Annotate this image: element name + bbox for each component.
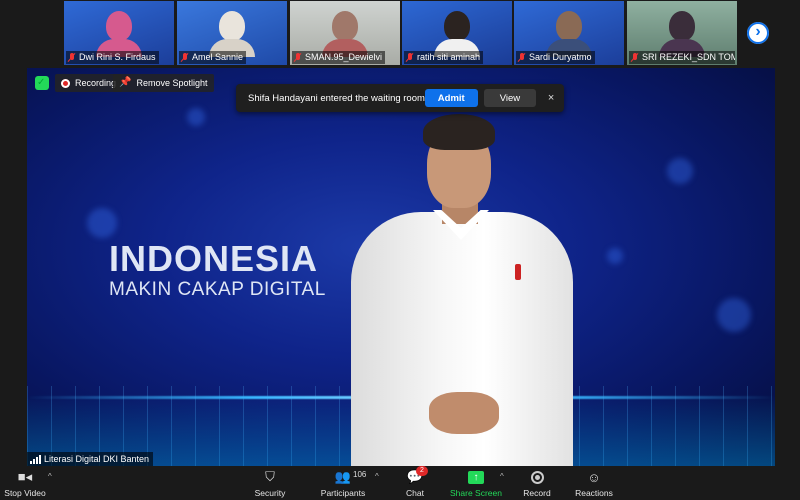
remove-spotlight-button[interactable]: 📌 Remove Spotlight xyxy=(113,74,214,92)
background-bokeh xyxy=(187,108,205,126)
participant-name-label: SMAN.95_Dewielvi xyxy=(292,51,386,64)
participants-label: Participants xyxy=(320,488,366,498)
meeting-toolbar: ■◂ Stop Video ^ ⛉ Security 👥 106 Partici… xyxy=(0,466,800,500)
record-label: Record xyxy=(523,488,551,498)
background-title: INDONESIA xyxy=(109,238,319,279)
participant-gallery: Dwi Rini S. Firdaus Amel Sannie SMAN.95_… xyxy=(0,0,800,68)
share-screen-label: Share Screen xyxy=(450,488,502,498)
view-button[interactable]: View xyxy=(483,89,537,107)
chat-label: Chat xyxy=(406,488,424,498)
video-options-caret[interactable]: ^ xyxy=(48,472,52,481)
close-icon[interactable]: × xyxy=(546,92,556,104)
participant-tile[interactable]: SMAN.95_Dewielvi xyxy=(290,1,400,65)
background-bokeh xyxy=(667,158,693,184)
participant-tile[interactable]: SRI REZEKI_SDN TOM... xyxy=(627,1,737,65)
share-screen-icon: ↑ xyxy=(468,470,484,484)
share-screen-button[interactable]: ↑ Share Screen xyxy=(448,468,504,500)
participant-tile[interactable]: Sardi Duryatmo xyxy=(514,1,624,65)
pin-icon: 📌 xyxy=(119,77,132,88)
meeting-security-indicator[interactable] xyxy=(32,74,52,92)
background-bokeh xyxy=(717,298,751,332)
chat-bubble-icon: 💬 2 xyxy=(407,466,428,486)
chevron-right-icon: › xyxy=(755,23,761,40)
shield-check-icon xyxy=(35,74,49,92)
smiley-icon: ☺ xyxy=(587,469,601,485)
mic-muted-icon xyxy=(518,53,526,62)
background-bokeh xyxy=(87,208,117,238)
recording-indicator[interactable]: Recording xyxy=(55,74,123,92)
record-icon xyxy=(530,470,544,484)
participants-count: 106 xyxy=(353,470,367,479)
spotlight-video: INDONESIA MAKIN CAKAP DIGITAL xyxy=(27,68,775,466)
participant-name-label: SRI REZEKI_SDN TOM... xyxy=(629,51,735,64)
background-subtitle: MAKIN CAKAP DIGITAL xyxy=(109,279,326,300)
record-icon-wrap xyxy=(530,468,544,486)
stop-video-label: Stop Video xyxy=(4,488,46,498)
gallery-next-button[interactable]: › xyxy=(747,22,769,44)
reactions-button[interactable]: ☺ Reactions xyxy=(572,468,616,500)
waiting-room-message: Shifa Handayani entered the waiting room xyxy=(248,92,425,104)
admit-button[interactable]: Admit xyxy=(424,89,478,107)
mic-muted-icon xyxy=(181,53,189,62)
participant-name-label: Dwi Rini S. Firdaus xyxy=(66,51,159,64)
participant-tile[interactable]: Amel Sannie xyxy=(177,1,287,65)
security-button[interactable]: ⛉ Security xyxy=(248,468,292,500)
mic-muted-icon xyxy=(294,53,302,62)
signal-bars-icon xyxy=(30,454,41,464)
share-screen-icon-wrap: ↑ xyxy=(468,468,484,486)
mic-muted-icon xyxy=(406,53,414,62)
video-camera-icon: ■◂ xyxy=(17,469,33,484)
recording-label: Recording xyxy=(75,78,117,88)
mic-muted-icon xyxy=(68,53,76,62)
shield-icon: ⛉ xyxy=(265,469,275,484)
stop-video-button[interactable]: ■◂ Stop Video xyxy=(2,468,48,500)
background-bokeh xyxy=(607,248,623,264)
chat-button[interactable]: 💬 2 Chat xyxy=(398,466,432,500)
speaker-figure xyxy=(345,114,585,466)
speaker-name-label: Literasi Digital DKI Banten xyxy=(27,452,154,466)
participant-tile[interactable]: ratih siti aminah xyxy=(402,1,512,65)
speaker-name: Literasi Digital DKI Banten xyxy=(44,454,150,464)
remove-spotlight-label: Remove Spotlight xyxy=(136,78,208,88)
security-label: Security xyxy=(254,488,286,498)
participant-name-label: ratih siti aminah xyxy=(404,51,484,64)
participants-icon-wrap: 👥 106 xyxy=(323,468,367,486)
participant-tile[interactable]: Dwi Rini S. Firdaus xyxy=(64,1,174,65)
waiting-room-notification: Shifa Handayani entered the waiting room… xyxy=(236,84,564,112)
participants-button[interactable]: 👥 106 Participants xyxy=(316,468,370,500)
participants-icon: 👥 xyxy=(334,469,352,484)
reactions-label: Reactions xyxy=(575,488,613,498)
recording-dot-icon xyxy=(61,78,70,88)
chat-unread-badge: 2 xyxy=(415,466,428,476)
participants-options-caret[interactable]: ^ xyxy=(375,472,379,481)
participant-name-label: Sardi Duryatmo xyxy=(516,51,595,64)
participant-name-label: Amel Sannie xyxy=(179,51,247,64)
share-options-caret[interactable]: ^ xyxy=(500,472,504,481)
record-button[interactable]: Record xyxy=(520,468,554,500)
mic-muted-icon xyxy=(631,53,639,62)
